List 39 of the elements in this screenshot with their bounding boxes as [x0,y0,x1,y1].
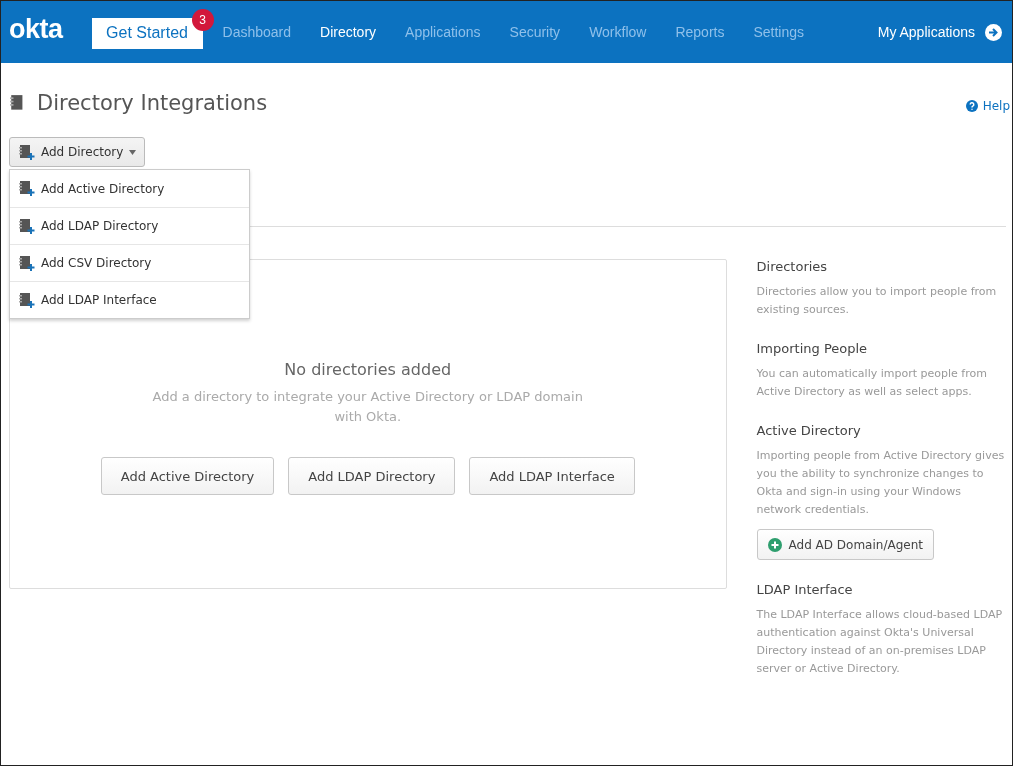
help-label[interactable]: Help [982,99,1010,113]
directory-add-icon [18,143,35,161]
help-link[interactable]: Help [965,99,1010,113]
section-text: Directories allow you to import people from existing sources. [756,284,998,318]
section-text: Importing people from Active Directory gives you the ability to synchronize changes to Okta and sign-in using your Windows network credentials. [756,448,1006,518]
plus-circle-icon [767,537,782,552]
menu-item-label[interactable]: Add LDAP Interface [41,293,157,307]
directory-add-icon [18,217,35,235]
empty-state-title: No directories added [284,360,452,379]
section-title: Importing People [756,341,869,356]
caret-icon [129,149,137,155]
section-title: LDAP Interface [756,582,854,597]
menu-item[interactable]: Add LDAP Directory [10,207,249,244]
nav-link[interactable]: Directory [320,24,377,40]
menu-item[interactable]: Add Active Directory [10,170,249,207]
menu-item[interactable]: Add LDAP Interface [10,281,249,318]
directory-add-icon [18,254,35,272]
logo[interactable]: okta [9,13,63,45]
my-applications-link[interactable]: My Applications [877,24,975,40]
page-title: Directory Integrations [37,91,268,115]
add-button[interactable]: Add LDAP Interface [469,457,635,495]
add-button[interactable]: Add Active Directory [100,457,275,495]
menu-item[interactable]: Add CSV Directory [10,244,249,281]
menu-item-label[interactable]: Add CSV Directory [41,256,152,270]
section-title: Active Directory [756,423,862,438]
add-domain-button[interactable]: Add AD Domain/Agent [756,529,934,560]
help-icon [965,100,978,112]
menu-item-label[interactable]: Add LDAP Directory [41,219,159,233]
empty-state-text: Add a directory to integrate your Active Directory or LDAP domain with Okta. [151,388,584,426]
add-directory-dropdown[interactable]: Add Directory [9,137,146,167]
section-title: Directories [756,259,829,274]
menu-item-label[interactable]: Add Active Directory [41,181,165,196]
section-text: You can automatically import people from Active Directory as well as select apps. [756,366,988,400]
directory-add-icon [18,180,35,197]
add-button[interactable]: Add LDAP Directory [288,457,456,495]
section-text: The LDAP Interface allows cloud-based LDAP authentication against Okta's Universal Directory instead of an on-premises LDAP server or Active Directory. [756,607,1004,677]
arrow-circle-icon[interactable] [985,23,1002,41]
notification-badge: 3 [191,8,214,31]
directory-add-icon [18,291,35,309]
